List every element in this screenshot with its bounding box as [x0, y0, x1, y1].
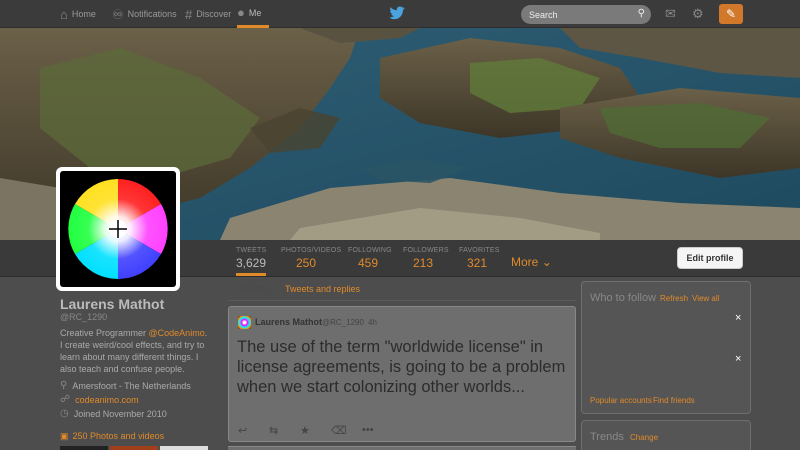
- profile-name[interactable]: Laurens Mathot: [60, 296, 164, 312]
- avatar-image: [60, 171, 176, 287]
- nav-notifications-label: Notifications: [127, 9, 177, 19]
- who-to-follow-module: Who to follow Refresh View all × × Popul…: [581, 281, 751, 414]
- camera-icon: ▣: [60, 431, 69, 441]
- nav-home[interactable]: ⌂ Home: [60, 0, 96, 28]
- profile-handle[interactable]: @RC_1290: [60, 312, 107, 322]
- compose-tweet-button[interactable]: ✎: [719, 4, 743, 24]
- website-link[interactable]: codeanimo.com: [75, 395, 139, 405]
- clock-icon: ◷: [60, 408, 69, 419]
- nav-discover-label: Discover: [196, 9, 232, 19]
- popular-accounts-link[interactable]: Popular accounts: [590, 396, 652, 405]
- chevron-down-icon: ⌄: [541, 255, 552, 269]
- color-wheel-avatar-image: [66, 177, 170, 281]
- twitter-bird-icon[interactable]: [389, 6, 405, 20]
- more-label: More: [511, 255, 539, 269]
- who-to-follow-refresh-link[interactable]: Refresh: [660, 294, 688, 303]
- profile-avatar[interactable]: [56, 167, 180, 291]
- tabs-divider: [228, 300, 576, 301]
- search-placeholder: Search: [529, 9, 558, 20]
- tweet-card[interactable]: Laurens Mathot @RC_1290 4h The use of th…: [228, 306, 576, 442]
- trends-module: Trends Change: [581, 420, 751, 450]
- stat-followers[interactable]: FOLLOWERS 213: [403, 247, 449, 270]
- gear-icon[interactable]: ⚙: [692, 6, 704, 22]
- user-icon: ●: [237, 5, 245, 20]
- location-text: Amersfoort - The Netherlands: [72, 380, 191, 391]
- stat-followers-label: FOLLOWERS: [403, 247, 449, 254]
- edit-profile-button[interactable]: Edit profile: [677, 247, 743, 269]
- top-navigation-bar: ⌂ Home ♾ Notifications # Discover ● Me S…: [0, 0, 800, 28]
- joined-text: Joined November 2010: [73, 408, 167, 419]
- stat-favorites-label: FAVORITES: [459, 247, 500, 254]
- compose-icon: ✎: [725, 7, 737, 21]
- stat-tweets[interactable]: TWEETS 3,629: [236, 247, 267, 276]
- stat-followers-value: 213: [413, 256, 434, 270]
- bio-mention-link[interactable]: @CodeAnimo: [149, 328, 205, 338]
- stat-photos-videos[interactable]: PHOTOS/VIDEOS 250: [281, 247, 341, 270]
- link-icon: ☍: [60, 394, 71, 405]
- nav-me-label: Me: [248, 7, 262, 18]
- direct-messages-icon[interactable]: ✉: [665, 6, 676, 22]
- tweet-author-name[interactable]: Laurens Mathot: [255, 317, 322, 327]
- location-pin-icon: ⚲: [60, 380, 68, 391]
- bell-icon: ♾: [112, 6, 124, 22]
- stat-photos-value: 250: [296, 256, 317, 270]
- timeline-tabs: Tweets Tweets and replies: [228, 280, 576, 302]
- profile-website: ☍ codeanimo.com: [60, 394, 139, 405]
- stat-favorites[interactable]: FAVORITES 321: [459, 247, 500, 270]
- favorite-star-icon[interactable]: ★: [300, 424, 331, 437]
- stat-following-label: FOLLOWING: [348, 247, 392, 254]
- home-icon: ⌂: [60, 6, 68, 22]
- tab-tweets[interactable]: Tweets: [238, 284, 267, 294]
- retweet-icon[interactable]: ⇆: [269, 424, 300, 437]
- hashtag-icon: #: [185, 6, 193, 22]
- profile-bio: Creative Programmer @CodeAnimo. I create…: [60, 327, 208, 375]
- stat-following[interactable]: FOLLOWING 459: [348, 247, 392, 270]
- photos-videos-link[interactable]: ▣ 250 Photos and videos: [60, 431, 164, 442]
- nav-discover[interactable]: # Discover: [185, 0, 231, 28]
- dismiss-suggestion-close-icon[interactable]: ×: [735, 353, 741, 365]
- more-options-icon[interactable]: •••: [362, 424, 393, 437]
- photo-thumbnail[interactable]: [160, 446, 208, 450]
- nav-home-label: Home: [71, 9, 96, 19]
- photo-thumbnail[interactable]: [60, 446, 108, 450]
- bio-text-prefix: Creative Programmer: [60, 328, 149, 338]
- who-to-follow-view-all-link[interactable]: View all: [692, 294, 719, 303]
- stat-following-value: 459: [358, 256, 379, 270]
- trends-title: Trends: [590, 431, 624, 443]
- nav-notifications[interactable]: ♾ Notifications: [112, 0, 177, 28]
- tweet-actions: ↩ ⇆ ★ ⌫ •••: [238, 424, 393, 437]
- profile-joined: ◷ Joined November 2010: [60, 408, 167, 419]
- photo-thumbnail[interactable]: [110, 446, 158, 450]
- photo-thumbnails: [60, 446, 208, 450]
- stat-favorites-value: 321: [467, 256, 488, 270]
- search-input[interactable]: Search ⚲: [521, 5, 651, 24]
- find-friends-link[interactable]: Find friends: [653, 396, 695, 405]
- who-to-follow-title: Who to follow: [590, 292, 657, 304]
- profile-location: ⚲ Amersfoort - The Netherlands: [60, 380, 191, 391]
- photos-videos-label: 250 Photos and videos: [72, 431, 165, 441]
- stat-tweets-value: 3,629: [236, 256, 267, 270]
- next-tweet-card[interactable]: [228, 446, 576, 450]
- tweet-author-handle[interactable]: @RC_1290: [322, 318, 364, 327]
- nav-me[interactable]: ● Me: [237, 0, 270, 28]
- search-icon[interactable]: ⚲: [638, 8, 645, 19]
- stat-photos-label: PHOTOS/VIDEOS: [281, 247, 342, 254]
- reply-icon[interactable]: ↩: [238, 424, 269, 437]
- tweet-avatar[interactable]: [238, 316, 251, 329]
- tweet-text: The use of the term "worldwide license" …: [237, 338, 566, 396]
- stat-tweets-label: TWEETS: [236, 247, 267, 254]
- trends-change-link[interactable]: Change: [630, 433, 658, 442]
- tweet-timestamp[interactable]: 4h: [368, 318, 377, 327]
- dismiss-suggestion-close-icon[interactable]: ×: [735, 312, 741, 324]
- delete-trash-icon[interactable]: ⌫: [331, 424, 362, 437]
- tab-tweets-and-replies[interactable]: Tweets and replies: [285, 284, 360, 294]
- more-dropdown[interactable]: More ⌄: [511, 255, 552, 269]
